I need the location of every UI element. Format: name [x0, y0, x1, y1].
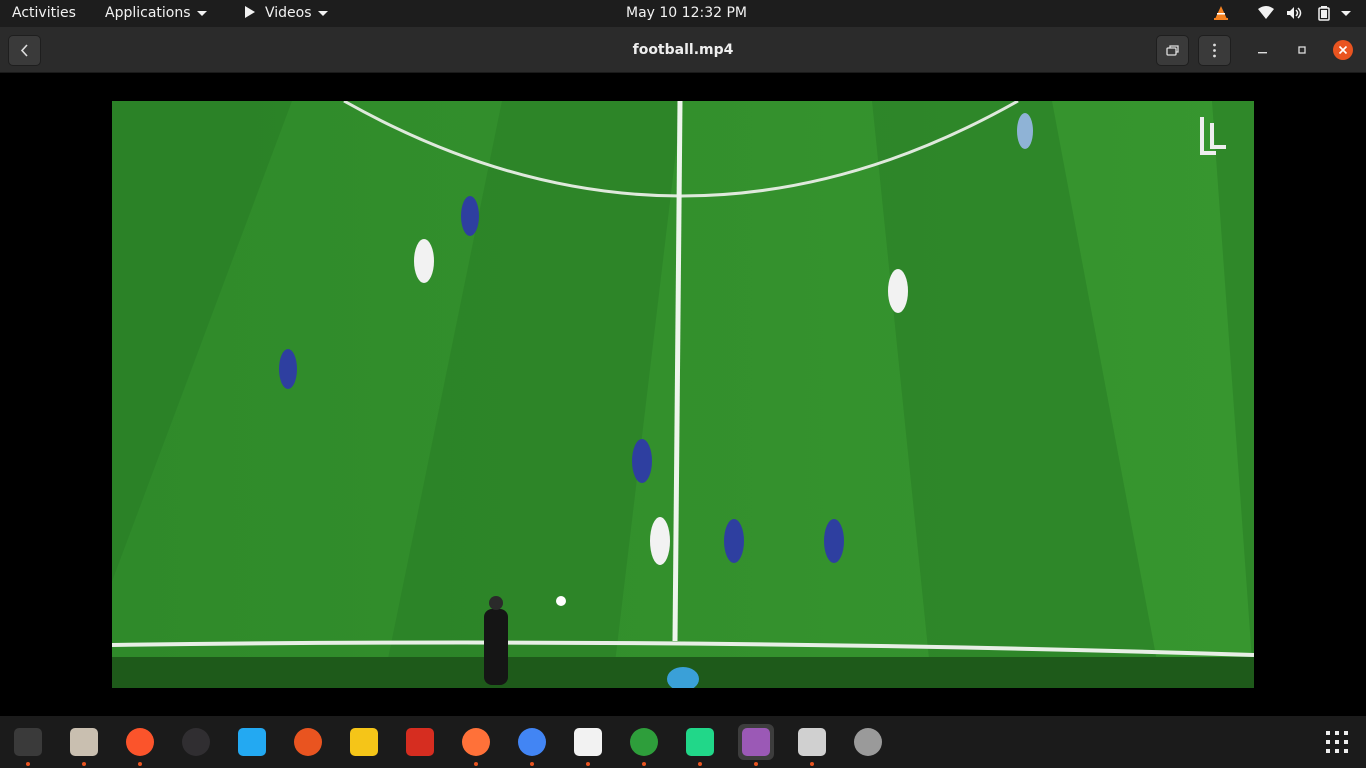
blocks-icon [406, 728, 434, 756]
dock-item-pycharm[interactable] [682, 724, 718, 766]
running-indicator [82, 762, 86, 766]
running-indicator [530, 762, 534, 766]
dock-item-chrome[interactable] [514, 724, 550, 766]
video-frame[interactable] [112, 101, 1254, 688]
top-bar: Activities Applications Videos May 10 12… [0, 0, 1366, 27]
app-icon [294, 728, 322, 756]
maximize-button[interactable] [1291, 39, 1313, 61]
applications-menu[interactable]: Applications [105, 0, 207, 27]
running-indicator [810, 762, 814, 766]
chevron-down-icon [317, 10, 328, 16]
vscode-icon [238, 728, 266, 756]
terminal-icon [14, 728, 42, 756]
dock-item-document-viewer[interactable] [570, 724, 606, 766]
running-indicator [754, 762, 758, 766]
close-button[interactable] [1332, 39, 1354, 61]
dock-item-brave[interactable] [122, 724, 158, 766]
rhythmbox-icon [350, 728, 378, 756]
app-menu-label: Videos [265, 5, 312, 21]
dock-item-app-blocks[interactable] [402, 724, 438, 760]
video-area[interactable] [0, 74, 1366, 716]
dock-item-image-viewer[interactable] [794, 724, 830, 766]
dock-item-disc[interactable] [850, 724, 886, 760]
dock-item-app-orange[interactable] [290, 724, 326, 760]
brave-icon [126, 728, 154, 756]
running-indicator [474, 762, 478, 766]
dock-item-firefox[interactable] [458, 724, 494, 766]
play-icon [245, 6, 255, 18]
pycharm-icon [686, 728, 714, 756]
running-indicator [586, 762, 590, 766]
running-indicator [138, 762, 142, 766]
ring-icon [630, 728, 658, 756]
dock [0, 716, 1366, 768]
fullscreen-toggle-button[interactable] [1156, 35, 1189, 66]
datetime-label: May 10 12:32 PM [626, 5, 747, 21]
dock-item-videos[interactable] [738, 724, 774, 766]
dock-item-files[interactable] [66, 724, 102, 766]
disc-icon [854, 728, 882, 756]
menu-button[interactable] [1198, 35, 1231, 66]
videos-icon [742, 728, 770, 756]
chrome-icon [518, 728, 546, 756]
system-menu-chevron-icon[interactable] [1341, 11, 1351, 16]
vlc-tray-icon[interactable] [1213, 5, 1229, 21]
activities-button[interactable]: Activities [12, 0, 76, 27]
dock-item-rhythmbox[interactable] [346, 724, 382, 760]
running-indicator [26, 762, 30, 766]
chevron-down-icon [196, 10, 207, 16]
document-icon [574, 728, 602, 756]
minimize-button[interactable] [1252, 39, 1274, 61]
dock-item-obs[interactable] [178, 724, 214, 760]
image-viewer-icon [798, 728, 826, 756]
battery-icon[interactable] [1316, 5, 1332, 21]
running-indicator [698, 762, 702, 766]
show-applications-icon[interactable] [1326, 731, 1348, 753]
app-menu-videos[interactable]: Videos [245, 0, 328, 27]
kebab-menu-icon [1213, 43, 1216, 58]
obs-icon [182, 728, 210, 756]
dock-item-app-ring[interactable] [626, 724, 662, 766]
firefox-icon [462, 728, 490, 756]
football-video-image [112, 101, 1254, 688]
window-restore-icon [1166, 45, 1179, 56]
files-icon [70, 728, 98, 756]
applications-label: Applications [105, 5, 191, 21]
wifi-icon[interactable] [1258, 6, 1274, 20]
dock-item-vscode[interactable] [234, 724, 270, 760]
back-button[interactable] [8, 35, 41, 66]
running-indicator [642, 762, 646, 766]
activities-label: Activities [12, 5, 76, 21]
dock-item-terminal[interactable] [10, 724, 46, 766]
volume-icon[interactable] [1286, 6, 1304, 20]
header-bar: football.mp4 [0, 27, 1366, 73]
clock[interactable]: May 10 12:32 PM [626, 0, 747, 27]
chevron-left-icon [20, 44, 28, 57]
